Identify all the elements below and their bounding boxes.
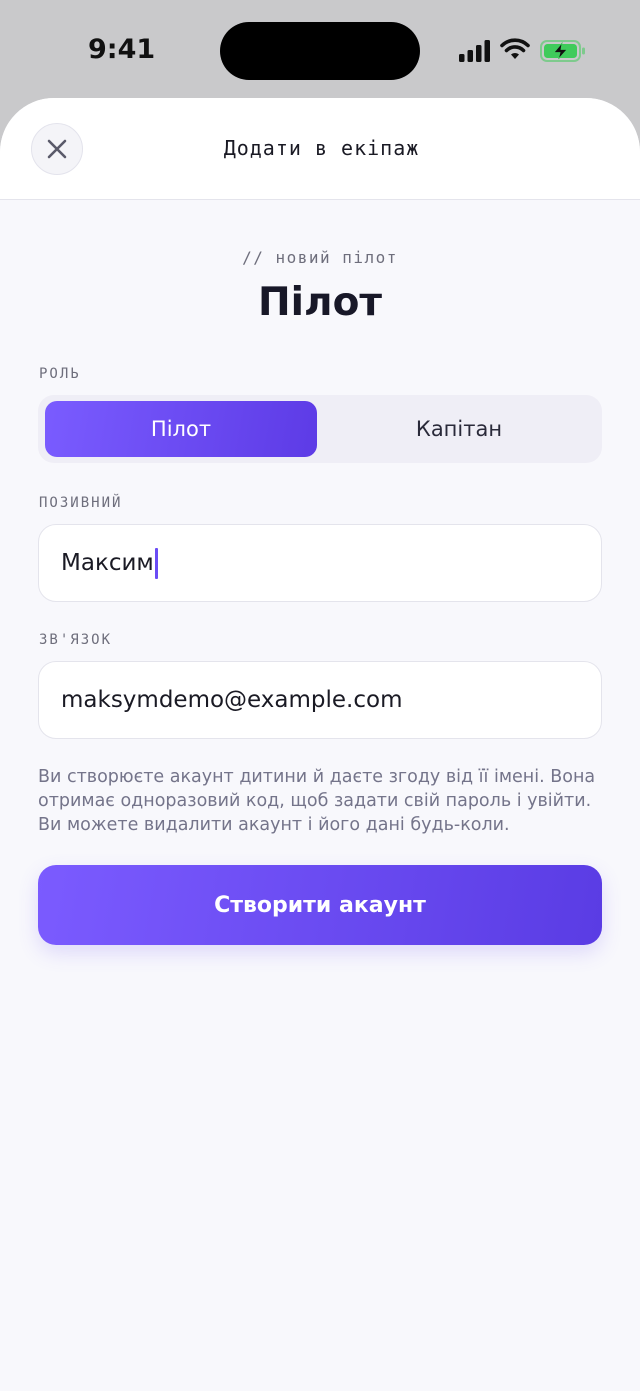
callsign-label: ПОЗИВНИЙ [39, 495, 123, 511]
role-option-pilot[interactable]: Пілот [45, 401, 317, 457]
callsign-input[interactable]: Максим [38, 524, 602, 602]
status-bar: 9:41 [0, 0, 640, 100]
cellular-signal-icon [459, 40, 490, 62]
wifi-icon [500, 38, 530, 59]
consent-notice: Ви створюєте акаунт дитини й даєте згоду… [38, 767, 596, 835]
battery-charging-icon [540, 40, 585, 62]
callsign-value: Максим [61, 550, 154, 576]
dynamic-island [220, 22, 420, 80]
create-account-button[interactable]: Створити акаунт [38, 865, 602, 945]
role-segmented-control: Пілот Капітан [38, 395, 602, 463]
role-option-captain[interactable]: Капітан [323, 401, 595, 457]
text-caret [154, 547, 158, 579]
sheet-title: Додати в екіпаж [223, 136, 420, 160]
add-crew-sheet: Додати в екіпаж // новий пілот Пілот РОЛ… [0, 98, 640, 1391]
contact-value: maksymdemo@example.com [61, 687, 403, 713]
section-eyebrow: // новий пілот [242, 248, 398, 267]
role-label: РОЛЬ [39, 366, 81, 382]
page-title: Пілот [258, 280, 382, 325]
sheet-header: Додати в екіпаж [0, 98, 640, 200]
status-time: 9:41 [88, 34, 156, 65]
contact-label: ЗВ'ЯЗОК [39, 632, 113, 648]
contact-input[interactable]: maksymdemo@example.com [38, 661, 602, 739]
